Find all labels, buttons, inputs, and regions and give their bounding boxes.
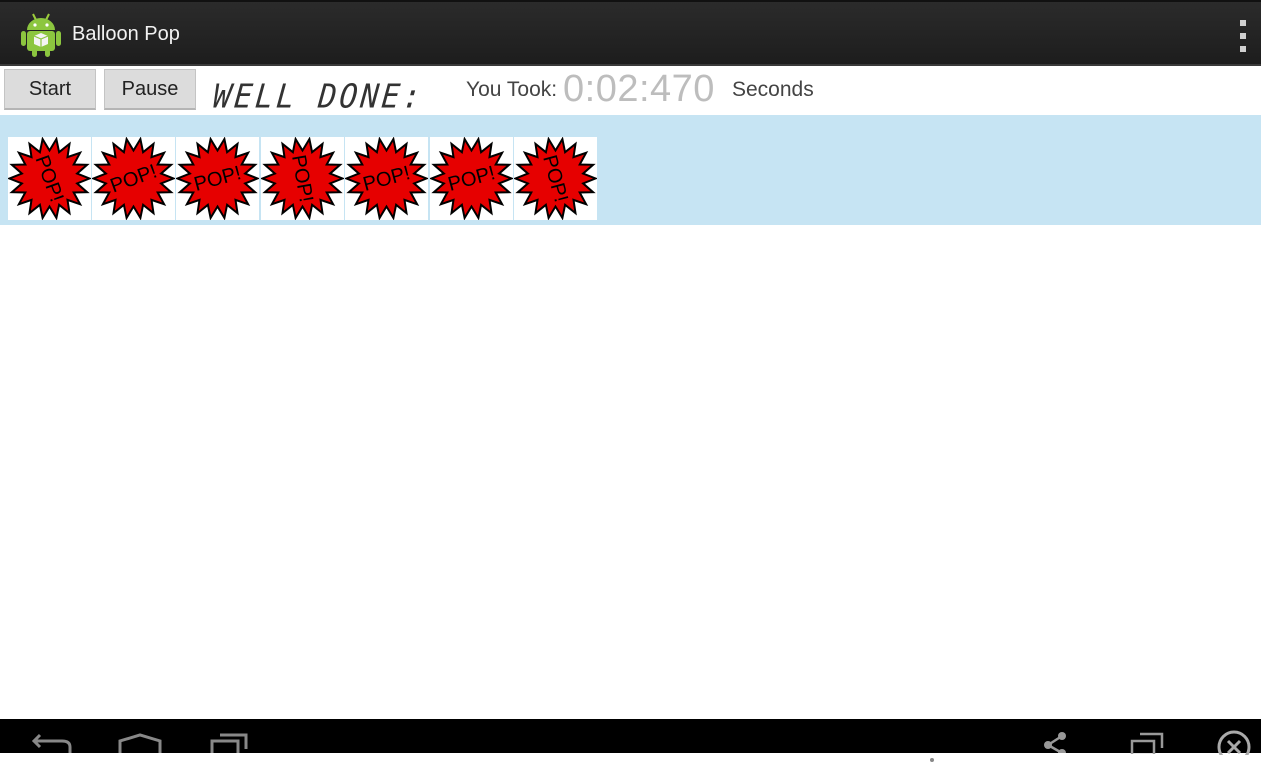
navigation-bar (0, 719, 1261, 764)
overflow-menu-icon[interactable] (1232, 20, 1254, 52)
popped-balloon[interactable]: POP! (176, 137, 259, 220)
close-icon[interactable] (1216, 729, 1252, 764)
popped-balloon[interactable]: POP! (8, 137, 91, 220)
popped-balloon[interactable]: POP! (430, 137, 513, 220)
time-value: 0:02:470 (563, 68, 715, 110)
popped-balloon[interactable]: POP! (345, 137, 428, 220)
recents-icon[interactable] (210, 733, 250, 757)
popped-balloon[interactable]: POP! (514, 137, 597, 220)
seconds-label: Seconds (732, 78, 814, 101)
action-bar: Balloon Pop (0, 0, 1261, 66)
popped-balloon[interactable]: POP! (261, 137, 344, 220)
status-text: WELL DONE: (211, 78, 426, 117)
balloon-row: POP! POP! POP! POP! POP! POP! POP! (0, 115, 1261, 225)
pause-button[interactable]: Pause (104, 69, 196, 110)
dot-icon (928, 747, 936, 766)
home-icon[interactable] (118, 733, 162, 757)
popped-balloon[interactable]: POP! (92, 137, 175, 220)
back-icon[interactable] (31, 733, 72, 757)
share-icon[interactable] (1042, 731, 1070, 757)
android-icon[interactable] (18, 10, 64, 58)
window-icon[interactable] (1130, 732, 1164, 758)
controls-bar: Start Pause WELL DONE: You Took: 0:02:47… (0, 66, 1261, 117)
time-label: You Took: (466, 78, 558, 101)
app-title: Balloon Pop (72, 23, 180, 45)
start-button[interactable]: Start (4, 69, 96, 110)
